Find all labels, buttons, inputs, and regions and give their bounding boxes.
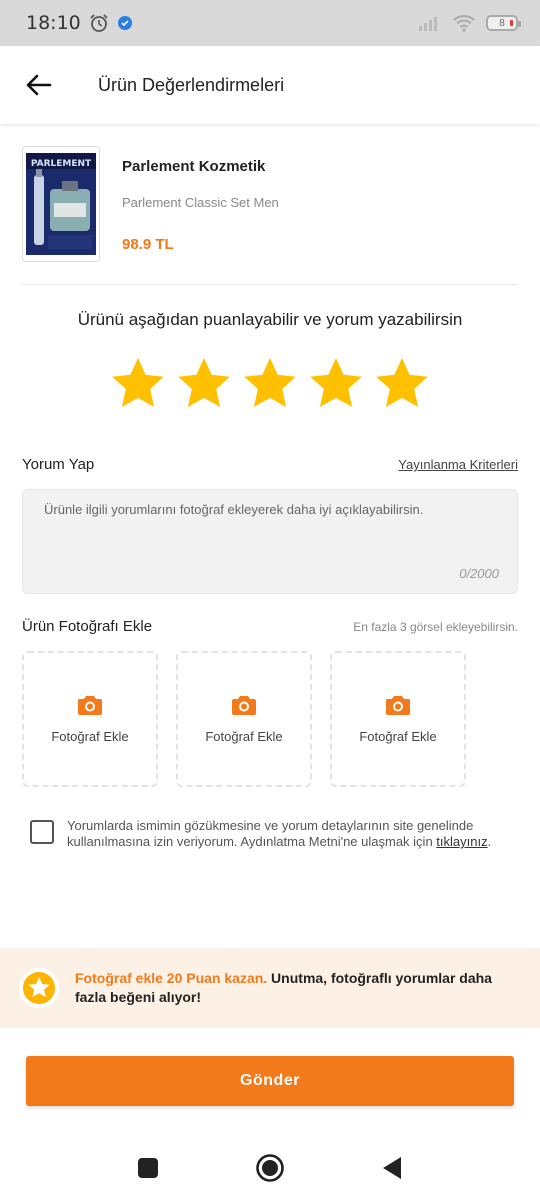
photo-header: Ürün Fotoğrafı Ekle En fazla 3 görsel ek…: [22, 618, 518, 635]
add-photo-label: Fotoğraf Ekle: [51, 728, 129, 744]
add-photo-label: Fotoğraf Ekle: [205, 728, 283, 744]
camera-icon: [232, 695, 256, 715]
star-5[interactable]: [374, 356, 430, 412]
star-2[interactable]: [176, 356, 232, 412]
consent-checkbox[interactable]: [30, 820, 54, 844]
photo-label: Ürün Fotoğrafı Ekle: [22, 618, 153, 635]
product-image[interactable]: PARLEMENT: [22, 146, 100, 262]
product-image-caption: PARLEMENT: [31, 159, 92, 169]
submit-button[interactable]: Gönder: [26, 1056, 514, 1106]
comment-textarea[interactable]: Ürünle ilgili yorumlarını fotoğraf ekley…: [22, 489, 518, 594]
battery-level: 8: [499, 17, 505, 29]
arrow-left-icon: [26, 74, 52, 96]
rating-prompt: Ürünü aşağıdan puanlayabilir ve yorum ya…: [77, 310, 463, 329]
star-rating: [0, 356, 540, 412]
consent-row: Yorumlarda ismimin gözükmesine ve yorum …: [30, 818, 520, 850]
add-photo-button-1[interactable]: Fotoğraf Ekle: [22, 651, 158, 787]
publishing-criteria-link[interactable]: Yayınlanma Kriterleri: [398, 457, 518, 472]
product-brand: Parlement Kozmetik: [122, 158, 266, 175]
star-1[interactable]: [110, 356, 166, 412]
product-card: PARLEMENT Parlement Kozmetik Parlement C…: [22, 146, 518, 266]
star-3[interactable]: [242, 356, 298, 412]
comment-placeholder: Ürünle ilgili yorumlarını fotoğraf ekley…: [44, 502, 424, 517]
product-price: 98.9 TL: [122, 236, 174, 253]
comment-label: Yorum Yap: [22, 456, 95, 473]
consent-text: Yorumlarda ismimin gözükmesine ve yorum …: [67, 818, 520, 850]
comment-header: Yorum Yap Yayınlanma Kriterleri: [22, 456, 518, 473]
triangle-back-icon: [383, 1157, 401, 1179]
circle-icon: [256, 1154, 284, 1182]
back-button[interactable]: [0, 46, 78, 124]
camera-icon: [78, 695, 102, 715]
product-info: Parlement Kozmetik Parlement Classic Set…: [122, 146, 279, 266]
privacy-notice-link[interactable]: tıklayınız: [436, 834, 487, 849]
banner-text: Fotoğraf ekle 20 Puan kazan. Unutma, fot…: [75, 969, 515, 1007]
signal-icon: [418, 14, 442, 32]
status-time: 18:10: [26, 12, 81, 34]
system-nav-bar: [0, 1136, 540, 1200]
points-banner: Fotoğraf ekle 20 Puan kazan. Unutma, fot…: [0, 948, 540, 1028]
star-4[interactable]: [308, 356, 364, 412]
page-title: Ürün Değerlendirmeleri: [98, 74, 285, 95]
photo-hint: En fazla 3 görsel ekleyebilirsin.: [353, 619, 518, 634]
status-right: 8: [418, 14, 521, 32]
photo-slots: Fotoğraf Ekle Fotoğraf Ekle Fotoğraf Ekl…: [22, 651, 466, 787]
product-name: Parlement Classic Set Men: [122, 195, 279, 210]
recent-apps-button[interactable]: [133, 1153, 163, 1183]
add-photo-label: Fotoğraf Ekle: [359, 728, 437, 744]
add-photo-button-2[interactable]: Fotoğraf Ekle: [176, 651, 312, 787]
back-nav-button[interactable]: [377, 1153, 407, 1183]
consent-suffix: .: [487, 834, 492, 849]
app-notification-icon: [117, 15, 133, 31]
wifi-icon: [452, 14, 476, 32]
consent-body: Yorumlarda ismimin gözükmesine ve yorum …: [67, 818, 474, 849]
star-badge-icon: [18, 967, 60, 1009]
camera-icon: [386, 695, 410, 715]
status-left: 18:10: [26, 12, 133, 34]
status-bar: 18:10 8: [0, 0, 540, 46]
battery-icon: 8: [486, 15, 521, 31]
home-button[interactable]: [255, 1153, 285, 1183]
square-icon: [138, 1158, 158, 1178]
divider: [22, 284, 518, 285]
banner-highlight: Fotoğraf ekle 20 Puan kazan.: [75, 970, 268, 986]
add-photo-button-3[interactable]: Fotoğraf Ekle: [330, 651, 466, 787]
character-counter: 0/2000: [459, 566, 499, 581]
header: Ürün Değerlendirmeleri: [0, 46, 540, 124]
alarm-icon: [89, 13, 109, 33]
